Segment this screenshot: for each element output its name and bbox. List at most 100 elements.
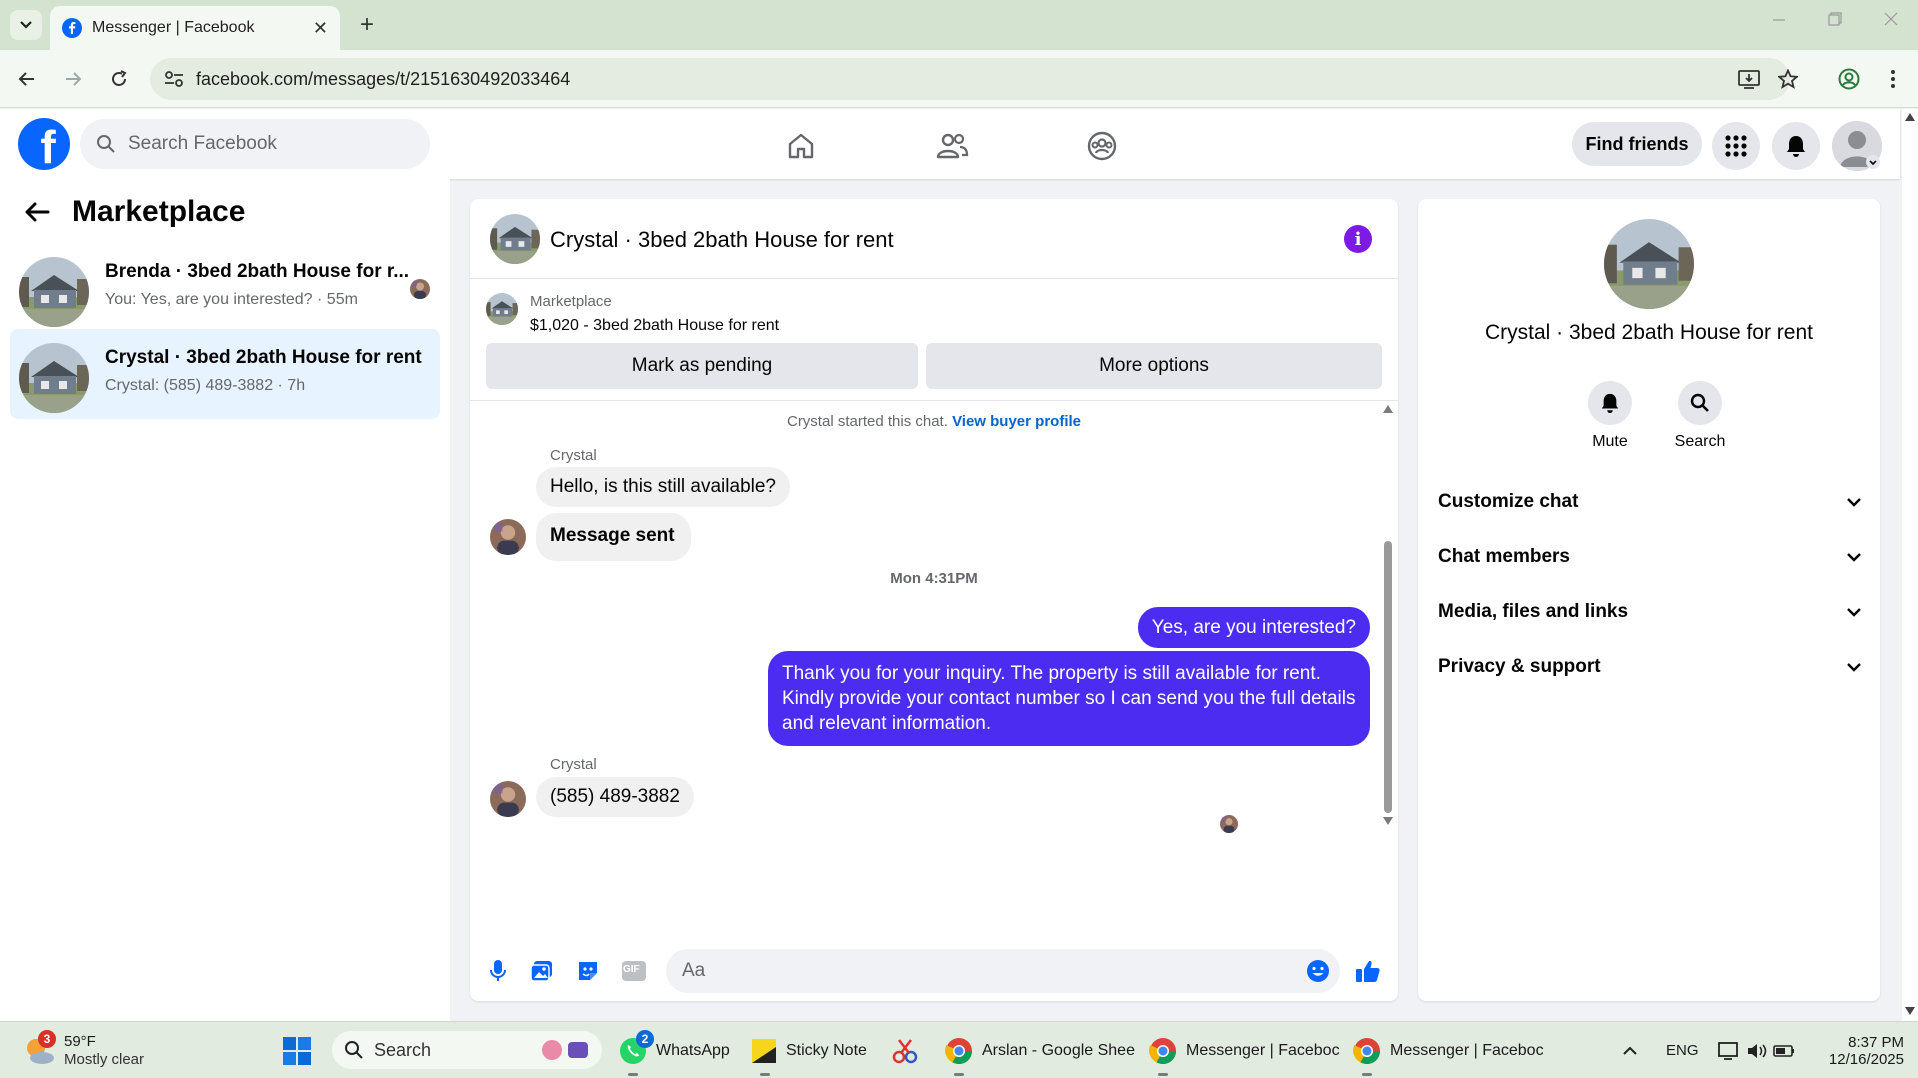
- chat-title[interactable]: Crystal · 3bed 2bath House for rent: [550, 227, 894, 253]
- view-buyer-profile-link[interactable]: View buyer profile: [952, 413, 1081, 430]
- tab-title: Messenger | Facebook: [92, 19, 255, 36]
- taskbar-whatsapp[interactable]: 2 WhatsApp: [618, 1022, 730, 1078]
- scroll-down-icon[interactable]: [1905, 1007, 1915, 1015]
- outgoing-message[interactable]: Thank you for your inquiry. The property…: [768, 651, 1370, 746]
- back-button[interactable]: [12, 64, 42, 94]
- tab-search-button[interactable]: [10, 10, 42, 40]
- find-friends-button[interactable]: Find friends: [1572, 122, 1702, 166]
- friends-icon: [936, 133, 969, 159]
- facebook-search-box[interactable]: [80, 119, 430, 169]
- minimize-button[interactable]: [1772, 12, 1786, 26]
- url-bar[interactable]: facebook.com/messages/t/2151630492033464: [150, 58, 1798, 100]
- chevron-down-icon: [1847, 663, 1861, 672]
- browser-menu-button[interactable]: [1878, 64, 1908, 94]
- close-window-button[interactable]: [1884, 12, 1898, 26]
- attach-media-button[interactable]: [528, 957, 556, 985]
- show-hidden-icons-button[interactable]: [1622, 1022, 1638, 1078]
- conversation-name: Brenda · 3bed 2bath House for r...: [105, 261, 410, 282]
- taskbar-chrome-messenger-1[interactable]: Messenger | Faceboc: [1148, 1022, 1340, 1078]
- chat-details-thumbnail[interactable]: [1604, 219, 1694, 309]
- system-tray-icons[interactable]: [1718, 1022, 1796, 1078]
- profile-button[interactable]: [1834, 64, 1864, 94]
- network-volume-battery-icon: [1718, 1041, 1794, 1060]
- taskbar-sticky-notes[interactable]: Sticky Note: [750, 1022, 867, 1078]
- menu-button[interactable]: [1712, 122, 1760, 170]
- incoming-message[interactable]: Hello, is this still available?: [536, 467, 790, 507]
- message-input[interactable]: [682, 960, 1262, 982]
- clock[interactable]: 8:37 PM 12/16/2025: [1816, 1022, 1904, 1078]
- message-scroll-thumb[interactable]: [1384, 541, 1392, 813]
- listing-description[interactable]: $1,020 - 3bed 2bath House for rent: [530, 317, 779, 335]
- conversation-item[interactable]: Brenda · 3bed 2bath House for r... You: …: [10, 243, 440, 333]
- more-vertical-icon: [1891, 70, 1895, 88]
- search-in-chat-button[interactable]: Search: [1660, 381, 1740, 451]
- sticker-button[interactable]: [574, 957, 602, 985]
- media-files-links-row[interactable]: Media, files and links: [1438, 592, 1862, 632]
- more-options-button[interactable]: More options: [926, 343, 1382, 389]
- taskbar-label: Messenger | Faceboc: [1390, 1041, 1544, 1059]
- mark-as-pending-button[interactable]: Mark as pending: [486, 343, 918, 389]
- site-settings-icon[interactable]: [164, 70, 184, 88]
- taskbar-chrome-sheets[interactable]: Arslan - Google Shee: [944, 1022, 1135, 1078]
- emoji-icon[interactable]: [1306, 959, 1330, 983]
- search-icon: [1690, 393, 1709, 412]
- facebook-logo[interactable]: f: [18, 118, 70, 170]
- sender-avatar[interactable]: [490, 519, 526, 555]
- friends-nav-button[interactable]: [932, 126, 972, 166]
- like-button[interactable]: [1354, 957, 1382, 985]
- scroll-down-icon[interactable]: [1383, 817, 1393, 825]
- chat-members-row[interactable]: Chat members: [1438, 537, 1862, 577]
- tab-close-icon[interactable]: ✕: [313, 18, 328, 39]
- gif-button[interactable]: GIF: [620, 957, 648, 985]
- facebook-search-input[interactable]: [128, 133, 388, 155]
- row-label: Privacy & support: [1438, 656, 1601, 677]
- arrow-left-icon[interactable]: [24, 201, 50, 223]
- incoming-message[interactable]: Message sent: [536, 513, 691, 561]
- start-button[interactable]: [282, 1022, 312, 1078]
- page-scrollbar[interactable]: [1902, 109, 1918, 1021]
- weather-widget[interactable]: 3 59°F Mostly clear: [22, 1022, 144, 1078]
- home-nav-button[interactable]: [781, 126, 821, 166]
- outgoing-message[interactable]: Yes, are you interested?: [1137, 607, 1370, 648]
- conversation-item-active[interactable]: Crystal · 3bed 2bath House for rent Crys…: [10, 329, 440, 419]
- marketplace-inbox: Marketplace Brenda · 3bed 2bath House fo…: [0, 179, 450, 1021]
- scroll-up-icon[interactable]: [1905, 113, 1915, 121]
- notifications-button[interactable]: [1772, 122, 1820, 170]
- chat-started-text: Crystal started this chat.: [786, 413, 948, 430]
- windows-logo-icon: [283, 1036, 311, 1065]
- voice-clip-button[interactable]: [484, 957, 512, 985]
- reload-button[interactable]: [104, 64, 134, 94]
- restore-button[interactable]: [1828, 12, 1842, 26]
- forward-button[interactable]: [58, 64, 88, 94]
- account-chevron-icon[interactable]: [1866, 155, 1880, 169]
- taskbar-search[interactable]: Search: [332, 1031, 602, 1069]
- listing-small-thumbnail[interactable]: [486, 293, 518, 325]
- mute-button[interactable]: Mute: [1570, 381, 1650, 451]
- bookmark-star-icon[interactable]: [1778, 69, 1798, 89]
- groups-nav-button[interactable]: [1082, 126, 1122, 166]
- mute-label: Mute: [1592, 433, 1628, 450]
- microphone-icon: [490, 960, 506, 981]
- taskbar-snipping-tool[interactable]: [890, 1022, 920, 1078]
- taskbar-chrome-messenger-2[interactable]: Messenger | Faceboc: [1352, 1022, 1544, 1078]
- search-highlight-icon: [542, 1040, 588, 1060]
- privacy-support-row[interactable]: Privacy & support: [1438, 647, 1862, 687]
- info-icon[interactable]: i: [1344, 225, 1372, 253]
- listing-source: Marketplace: [530, 293, 612, 310]
- customize-chat-row[interactable]: Customize chat: [1438, 482, 1862, 522]
- language-indicator[interactable]: ENG: [1666, 1022, 1699, 1078]
- clock-time: 8:37 PM: [1848, 1033, 1904, 1051]
- message-input-box[interactable]: [666, 949, 1340, 993]
- sender-avatar[interactable]: [490, 781, 526, 817]
- message-list[interactable]: Crystal started this chat. View buyer pr…: [470, 401, 1398, 941]
- install-app-icon[interactable]: [1738, 69, 1760, 89]
- running-indicator: [628, 1073, 638, 1076]
- row-label: Media, files and links: [1438, 601, 1629, 622]
- bell-icon: [1787, 136, 1805, 157]
- new-tab-button[interactable]: +: [352, 10, 382, 40]
- chat-listing-thumbnail[interactable]: [490, 214, 540, 264]
- chevron-down-icon: [1847, 553, 1861, 562]
- browser-tab-messenger[interactable]: Messenger | Facebook ✕: [50, 6, 340, 50]
- scroll-up-icon[interactable]: [1383, 405, 1393, 413]
- incoming-message[interactable]: (585) 489-3882: [536, 777, 694, 817]
